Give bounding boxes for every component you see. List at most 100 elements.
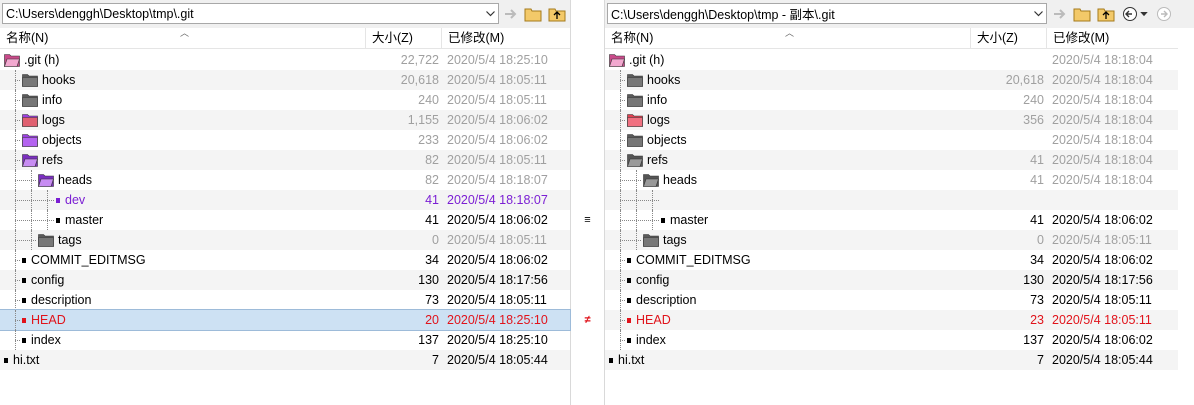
list-item[interactable]: refs 41 2020/5/4 18:18:04 bbox=[605, 150, 1194, 170]
modified-cell: 2020/5/4 18:18:04 bbox=[1052, 53, 1153, 67]
list-item[interactable]: info 240 2020/5/4 18:18:04 bbox=[605, 90, 1194, 110]
chevron-down-icon[interactable] bbox=[1030, 4, 1046, 23]
list-item[interactable]: heads 41 2020/5/4 18:18:04 bbox=[605, 170, 1194, 190]
folder-open-purple-icon bbox=[38, 174, 54, 187]
right-path-text[interactable]: C:\Users\denggh\Desktop\tmp - 副本\.git bbox=[608, 4, 1030, 23]
swap-arrow-icon[interactable] bbox=[1049, 4, 1071, 24]
modified-cell: 2020/5/4 18:06:02 bbox=[447, 133, 548, 147]
list-item[interactable]: objects 2020/5/4 18:18:04 bbox=[605, 130, 1194, 150]
tree-guide-line bbox=[620, 200, 659, 201]
tree-guide-line bbox=[15, 80, 20, 81]
right-path-combobox[interactable]: C:\Users\denggh\Desktop\tmp - 副本\.git bbox=[607, 3, 1047, 24]
list-item[interactable]: config 130 2020/5/4 18:17:56 bbox=[0, 270, 570, 290]
file-icon bbox=[22, 257, 26, 263]
item-name: heads bbox=[58, 173, 93, 187]
browse-folder-icon[interactable] bbox=[1071, 4, 1093, 24]
list-item[interactable]: logs 356 2020/5/4 18:18:04 bbox=[605, 110, 1194, 130]
history-dropdown-icon[interactable] bbox=[1137, 4, 1151, 24]
size-cell: 137 bbox=[1023, 333, 1044, 347]
list-item[interactable]: tags 0 2020/5/4 18:05:11 bbox=[0, 230, 570, 250]
right-folder-pane[interactable]: C:\Users\denggh\Desktop\tmp - 副本\.git 名称… bbox=[605, 0, 1194, 405]
list-item[interactable]: refs 82 2020/5/4 18:05:11 bbox=[0, 150, 570, 170]
name-cell: config bbox=[627, 270, 669, 290]
list-item[interactable]: tags 0 2020/5/4 18:05:11 bbox=[605, 230, 1194, 250]
name-cell: objects bbox=[627, 130, 687, 150]
list-item[interactable]: hi.txt 7 2020/5/4 18:05:44 bbox=[0, 350, 570, 370]
list-item[interactable]: index 137 2020/5/4 18:25:10 bbox=[0, 330, 570, 350]
modified-cell: 2020/5/4 18:06:02 bbox=[447, 213, 548, 227]
size-cell: 41 bbox=[1030, 153, 1044, 167]
folder-gray-icon bbox=[38, 234, 54, 247]
tree-guide-line bbox=[620, 260, 625, 261]
name-cell: logs bbox=[22, 110, 65, 130]
size-cell: 20 bbox=[425, 313, 439, 327]
forward-arrow-icon[interactable] bbox=[1153, 4, 1175, 24]
tree-guide-line bbox=[15, 160, 20, 161]
browse-folder-icon[interactable] bbox=[522, 4, 544, 24]
size-cell: 41 bbox=[1030, 173, 1044, 187]
parent-folder-icon[interactable] bbox=[1095, 4, 1117, 24]
tree-guide-line bbox=[15, 140, 20, 141]
list-item[interactable]: objects 233 2020/5/4 18:06:02 bbox=[0, 130, 570, 150]
list-item[interactable]: COMMIT_EDITMSG 34 2020/5/4 18:06:02 bbox=[605, 250, 1194, 270]
list-item[interactable]: description 73 2020/5/4 18:05:11 bbox=[605, 290, 1194, 310]
list-item[interactable]: master 41 2020/5/4 18:06:02 bbox=[0, 210, 570, 230]
left-path-combobox[interactable]: C:\Users\denggh\Desktop\tmp\.git bbox=[2, 3, 499, 24]
swap-arrow-icon[interactable] bbox=[500, 4, 522, 24]
file-icon bbox=[56, 217, 60, 223]
parent-folder-icon[interactable] bbox=[546, 4, 568, 24]
list-item[interactable]: .git (h) 22,722 2020/5/4 18:25:10 bbox=[0, 50, 570, 70]
list-item[interactable]: description 73 2020/5/4 18:05:11 bbox=[0, 290, 570, 310]
list-item[interactable]: HEAD 20 2020/5/4 18:25:10 bbox=[0, 309, 571, 331]
column-modified-header[interactable]: 已修改(M) bbox=[442, 28, 570, 49]
name-cell: heads bbox=[38, 170, 92, 190]
name-cell: hooks bbox=[627, 70, 680, 90]
item-name: master bbox=[65, 213, 104, 227]
tree-guide-line bbox=[15, 100, 20, 101]
name-cell: info bbox=[22, 90, 62, 110]
item-name: hooks bbox=[647, 73, 681, 87]
modified-cell: 2020/5/4 18:18:04 bbox=[1052, 113, 1153, 127]
modified-cell: 2020/5/4 18:05:44 bbox=[447, 353, 548, 367]
list-item[interactable]: logs 1,155 2020/5/4 18:06:02 bbox=[0, 110, 570, 130]
left-folder-pane[interactable]: C:\Users\denggh\Desktop\tmp\.git 名称(N) ︿… bbox=[0, 0, 571, 405]
name-cell: hi.txt bbox=[4, 350, 39, 370]
list-item[interactable]: hi.txt 7 2020/5/4 18:05:44 bbox=[605, 350, 1194, 370]
tree-guide-line bbox=[15, 240, 36, 241]
folder-open-pink-icon bbox=[609, 54, 625, 67]
list-item[interactable]: index 137 2020/5/4 18:06:02 bbox=[605, 330, 1194, 350]
modified-cell: 2020/5/4 18:25:10 bbox=[447, 53, 548, 67]
left-path-text[interactable]: C:\Users\denggh\Desktop\tmp\.git bbox=[3, 7, 482, 21]
item-name: HEAD bbox=[636, 313, 671, 327]
list-item[interactable]: HEAD 23 2020/5/4 18:05:11 bbox=[605, 310, 1194, 330]
item-name: hi.txt bbox=[618, 353, 645, 367]
tree-guide-line bbox=[31, 230, 32, 250]
file-icon bbox=[22, 277, 26, 283]
folder-gray-icon bbox=[643, 234, 659, 247]
size-cell: 1,155 bbox=[407, 113, 439, 127]
list-item[interactable]: hooks 20,618 2020/5/4 18:18:04 bbox=[605, 70, 1194, 90]
tree-guide-line bbox=[47, 210, 48, 230]
list-item[interactable]: info 240 2020/5/4 18:05:11 bbox=[0, 90, 570, 110]
list-item[interactable]: dev 41 2020/5/4 18:18:07 bbox=[0, 190, 570, 210]
item-name: description bbox=[636, 293, 697, 307]
name-cell: config bbox=[22, 270, 64, 290]
vertical-scrollbar[interactable] bbox=[1178, 28, 1194, 405]
list-item[interactable]: master 41 2020/5/4 18:06:02 bbox=[605, 210, 1194, 230]
item-name: info bbox=[42, 93, 63, 107]
chevron-down-icon[interactable] bbox=[482, 4, 498, 23]
list-item[interactable]: config 130 2020/5/4 18:17:56 bbox=[605, 270, 1194, 290]
column-size-header[interactable]: 大小(Z) bbox=[971, 28, 1047, 49]
folder-red-icon bbox=[627, 114, 643, 127]
name-cell: master bbox=[661, 210, 708, 230]
list-item[interactable]: heads 82 2020/5/4 18:18:07 bbox=[0, 170, 570, 190]
size-cell: 73 bbox=[425, 293, 439, 307]
modified-cell: 2020/5/4 18:17:56 bbox=[1052, 273, 1153, 287]
list-item[interactable]: .git (h) 2020/5/4 18:18:04 bbox=[605, 50, 1194, 70]
list-item[interactable]: hooks 20,618 2020/5/4 18:05:11 bbox=[0, 70, 570, 90]
name-cell: COMMIT_EDITMSG bbox=[627, 250, 751, 270]
list-item[interactable]: COMMIT_EDITMSG 34 2020/5/4 18:06:02 bbox=[0, 250, 570, 270]
tree-guide-line bbox=[620, 140, 625, 141]
column-size-header[interactable]: 大小(Z) bbox=[366, 28, 442, 49]
column-modified-header[interactable]: 已修改(M) bbox=[1047, 28, 1177, 49]
